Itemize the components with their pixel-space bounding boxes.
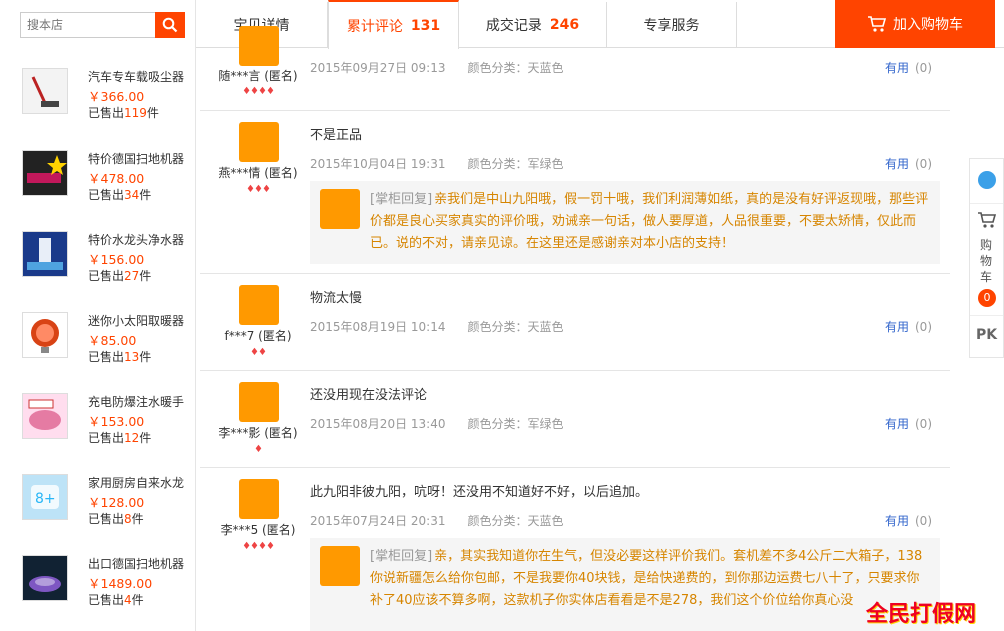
cart-count-badge: 0 (978, 289, 996, 307)
reviewer-name: 燕***情 (匿名) (218, 166, 298, 180)
product-name[interactable]: 迷你小太阳取暖器 (88, 312, 184, 329)
product-item[interactable]: 汽车专车载吸尘器 ￥366.00 已售出119件 (22, 68, 192, 128)
page: 汽车专车载吸尘器 ￥366.00 已售出119件 特价德国扫地机器 ￥478.0… (0, 0, 1004, 631)
reviewer-level-icon: ♦♦♦♦ (242, 541, 275, 552)
reviewer-level-icon: ♦♦♦♦ (242, 86, 275, 97)
tab-transactions[interactable]: 成交记录 246 (459, 2, 607, 48)
tab-reviews[interactable]: 累计评论 131 (328, 0, 459, 49)
product-sold: 已售出4件 (88, 593, 144, 607)
floating-toolbar: 购物车 0 PK (969, 158, 1004, 358)
useful-button[interactable]: 有用 (0) (885, 318, 932, 335)
review-meta: 2015年10月04日 19:31 颜色分类：军绿色 (310, 157, 564, 171)
product-image[interactable] (22, 68, 68, 114)
product-name[interactable]: 家用厨房自来水龙 (88, 474, 184, 491)
useful-button[interactable]: 有用 (0) (885, 155, 932, 172)
review-meta: 2015年08月19日 10:14 颜色分类：天蓝色 (310, 320, 564, 334)
product-item[interactable]: 迷你小太阳取暖器 ￥85.00 已售出13件 (22, 312, 192, 372)
reviewer-name: f***7 (匿名) (224, 329, 292, 343)
product-image[interactable]: 8+ (22, 474, 68, 520)
product-price: ￥153.00 (88, 414, 145, 429)
review-text: 不是正品 (310, 128, 363, 143)
product-item[interactable]: 充电防爆注水暖手 ￥153.00 已售出12件 (22, 393, 192, 453)
avatar (239, 382, 279, 422)
search-input[interactable] (20, 12, 156, 38)
pk-button[interactable]: PK (976, 327, 997, 343)
sidebar-cart-label[interactable]: 购物车 (980, 237, 994, 285)
review-meta: 2015年09月27日 09:13 颜色分类：天蓝色 (310, 61, 564, 75)
review-text: 物流太慢 (310, 291, 363, 306)
product-name[interactable]: 充电防爆注水暖手 (88, 393, 184, 410)
reviewer-level-icon: ♦ (254, 444, 263, 455)
product-sold: 已售出27件 (88, 269, 152, 283)
product-item[interactable]: 特价德国扫地机器 ￥478.00 已售出34件 (22, 150, 192, 210)
watermark-logo: 全民打假网 (866, 601, 977, 627)
search-button[interactable] (155, 12, 185, 38)
reviewer-level-icon: ♦♦ (250, 347, 267, 358)
reply-tag: [掌柜回复] (370, 549, 433, 564)
transaction-count: 246 (549, 17, 580, 33)
product-price: ￥156.00 (88, 252, 145, 267)
product-name[interactable]: 特价水龙头净水器 (88, 231, 184, 248)
shop-sidebar: 汽车专车载吸尘器 ￥366.00 已售出119件 特价德国扫地机器 ￥478.0… (0, 0, 196, 631)
avatar (239, 26, 279, 66)
review-meta: 2015年08月20日 13:40 颜色分类：军绿色 (310, 417, 564, 431)
reply-text: 亲，其实我知道你在生气，但没必要这样评价我们。套机差不多4公斤二大箱子，138你… (370, 549, 923, 608)
review-meta: 2015年07月24日 20:31 颜色分类：天蓝色 (310, 514, 564, 528)
reviewer-level-icon: ♦♦♦ (246, 184, 271, 195)
product-price: ￥478.00 (88, 171, 145, 186)
useful-button[interactable]: 有用 (0) (885, 59, 932, 76)
product-sold: 已售出119件 (88, 106, 159, 120)
seller-reply: [掌柜回复] 亲，其实我知道你在生气，但没必要这样评价我们。套机差不多4公斤二大箱… (310, 538, 940, 631)
seller-reply: [掌柜回复] 亲我们是中山九阳哦，假一罚十哦，我们利润薄如纸，真的是没有好评返现哦… (310, 181, 940, 264)
reply-text: 亲我们是中山九阳哦，假一罚十哦，我们利润薄如纸，真的是没有好评返现哦，那些评价都… (370, 192, 929, 251)
product-price: ￥1489.00 (88, 576, 153, 591)
useful-button[interactable]: 有用 (0) (885, 512, 932, 529)
product-name[interactable]: 出口德国扫地机器 (88, 555, 184, 572)
search-icon (162, 17, 178, 33)
review-text: 还没用现在没法评论 (310, 388, 428, 403)
avatar (239, 285, 279, 325)
product-image[interactable] (22, 393, 68, 439)
avatar (239, 122, 279, 162)
reply-tag: [掌柜回复] (370, 192, 433, 207)
product-sold: 已售出12件 (88, 431, 152, 445)
review-item: 随***言 (匿名) ♦♦♦♦ 2015年09月27日 09:13 颜色分类：天蓝… (200, 26, 950, 111)
shop-search (20, 12, 185, 38)
seller-avatar (320, 189, 360, 229)
message-icon[interactable] (978, 171, 996, 189)
product-item[interactable]: 8+ 家用厨房自来水龙 ￥128.00 已售出8件 (22, 474, 192, 534)
review-text: 此九阳非彼九阳，吭呀！还没用不知道好不好，以后追加。 (310, 485, 649, 500)
tab-services[interactable]: 专享服务 (607, 2, 737, 48)
product-image[interactable] (22, 231, 68, 277)
product-item[interactable]: 特价水龙头净水器 ￥156.00 已售出27件 (22, 231, 192, 291)
reviewer-name: 随***言 (匿名) (218, 69, 298, 83)
product-item[interactable]: 出口德国扫地机器 ￥1489.00 已售出4件 (22, 555, 192, 615)
reviewer-name: 李***5 (匿名) (220, 523, 296, 537)
useful-button[interactable]: 有用 (0) (885, 415, 932, 432)
product-sold: 已售出8件 (88, 512, 144, 526)
product-price: ￥128.00 (88, 495, 145, 510)
product-image[interactable] (22, 312, 68, 358)
review-count: 131 (410, 17, 441, 34)
product-name[interactable]: 汽车专车载吸尘器 (88, 68, 184, 85)
reviewer-name: 李***影 (匿名) (218, 426, 298, 440)
review-item: f***7 (匿名) ♦♦ 物流太慢 2015年08月19日 10:14 颜色分类… (200, 274, 950, 371)
svg-text:8+: 8+ (35, 491, 56, 507)
review-item: 李***影 (匿名) ♦ 还没用现在没法评论 2015年08月20日 13:40… (200, 371, 950, 468)
product-sold: 已售出13件 (88, 350, 152, 364)
product-sold: 已售出34件 (88, 188, 152, 202)
review-item: 李***5 (匿名) ♦♦♦♦ 此九阳非彼九阳，吭呀！还没用不知道好不好，以后追… (200, 468, 950, 631)
product-name[interactable]: 特价德国扫地机器 (88, 150, 184, 167)
add-to-cart-button[interactable]: 加入购物车 (835, 0, 995, 48)
cart-icon (868, 16, 887, 32)
review-item: 燕***情 (匿名) ♦♦♦ 不是正品 2015年10月04日 19:31 颜色分… (200, 111, 950, 274)
product-image[interactable] (22, 150, 68, 196)
product-price: ￥366.00 (88, 89, 145, 104)
product-image[interactable] (22, 555, 68, 601)
avatar (239, 479, 279, 519)
seller-avatar (320, 546, 360, 586)
cart-icon[interactable] (977, 211, 997, 229)
product-price: ￥85.00 (88, 333, 137, 348)
